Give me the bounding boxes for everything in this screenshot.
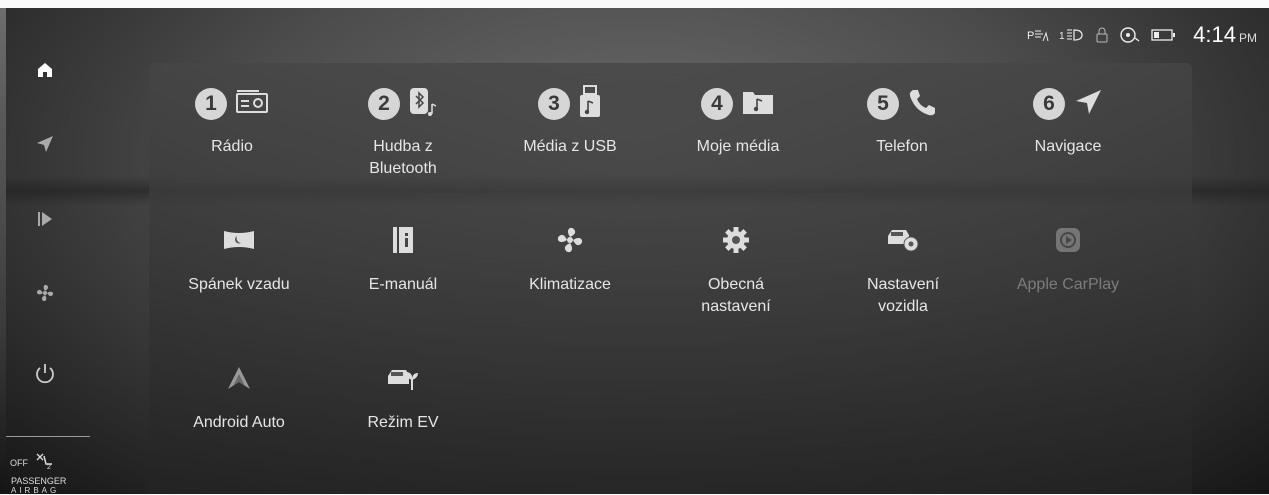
navigation-arrow-icon xyxy=(1073,87,1103,122)
shortcut-badge: 3 xyxy=(538,88,570,120)
tile-label: Média z USB xyxy=(523,138,617,155)
tile-vehicle-settings[interactable]: Nastavení vozidla xyxy=(823,222,983,318)
climate-fan-icon xyxy=(555,225,585,260)
tile-ev-mode[interactable]: Režim EV xyxy=(323,360,483,434)
sidebar: OFF 2 PASSENGER AIRBAG xyxy=(0,8,90,495)
tile-my-media[interactable]: 4 Moje média xyxy=(658,84,818,158)
navigation-button[interactable] xyxy=(0,126,90,166)
tile-label: Spánek vzadu xyxy=(188,276,290,293)
tile-label: Obecná nastavení xyxy=(701,276,771,315)
tile-bluetooth-music[interactable]: 2 Hudba z Bluetooth xyxy=(323,84,483,180)
tile-usb-media[interactable]: 3 Média z USB xyxy=(490,84,650,158)
tile-label: Navigace xyxy=(1034,138,1102,155)
rear-sleep-icon xyxy=(221,227,257,258)
airbag-seat-icon: 2 xyxy=(34,450,54,475)
media-button[interactable] xyxy=(0,201,90,241)
my-media-folder-icon xyxy=(741,88,775,121)
svg-text:P: P xyxy=(1027,30,1034,42)
tile-general-settings[interactable]: Obecná nastavení xyxy=(656,222,816,318)
apple-carplay-icon xyxy=(1054,226,1082,259)
gear-icon xyxy=(721,225,751,260)
airbag-off-text: OFF xyxy=(10,458,28,468)
shortcut-badge: 6 xyxy=(1033,88,1065,120)
home-icon xyxy=(36,61,54,84)
airbag-label-line1: PASSENGER xyxy=(11,476,67,486)
tile-phone[interactable]: 5 Telefon xyxy=(822,84,982,158)
tile-label: Režim EV xyxy=(367,414,439,431)
shortcut-badge: 1 xyxy=(195,88,227,120)
bluetooth-music-icon xyxy=(408,86,438,123)
clock-time: 4:14 xyxy=(1193,22,1236,47)
tile-label: Rádio xyxy=(211,138,253,155)
lock-icon xyxy=(1095,27,1109,43)
usb-media-icon xyxy=(578,84,602,124)
sidebar-divider xyxy=(6,436,90,437)
tile-label: Moje média xyxy=(696,138,780,155)
fan-icon xyxy=(35,283,55,308)
tile-navigation[interactable]: 6 Navigace xyxy=(988,84,1148,158)
parking-sensor-icon: P xyxy=(1027,27,1049,43)
status-bar: P 1 4:14 PM xyxy=(1027,22,1257,48)
shortcut-badge: 5 xyxy=(867,88,899,120)
clock-ampm: PM xyxy=(1239,31,1257,45)
tile-radio[interactable]: 1 Rádio xyxy=(152,84,312,158)
navigation-icon xyxy=(35,134,55,159)
tile-climate[interactable]: Klimatizace xyxy=(490,222,650,296)
ev-mode-icon xyxy=(386,364,420,397)
tile-rear-sleep[interactable]: Spánek vzadu xyxy=(159,222,319,296)
driver-assist-icon xyxy=(1119,26,1141,44)
vehicle-settings-icon xyxy=(886,226,920,259)
android-auto-icon xyxy=(225,364,253,397)
tile-label: E-manuál xyxy=(368,276,438,293)
tile-label: Nastavení vozidla xyxy=(866,276,940,315)
svg-text:1: 1 xyxy=(1059,31,1065,42)
phone-icon xyxy=(907,87,937,122)
tile-e-manual[interactable]: E-manuál xyxy=(323,222,483,296)
shortcut-badge: 2 xyxy=(368,88,400,120)
home-button[interactable] xyxy=(0,52,90,92)
battery-icon xyxy=(1151,28,1177,42)
tile-label: Android Auto xyxy=(193,414,285,431)
top-handle[interactable] xyxy=(593,0,695,6)
tile-label: Klimatizace xyxy=(529,276,611,293)
headlight-level-icon: 1 xyxy=(1059,27,1085,43)
radio-icon xyxy=(235,88,269,121)
shortcut-badge: 4 xyxy=(701,88,733,120)
power-icon xyxy=(33,362,57,391)
climate-button[interactable] xyxy=(0,275,90,315)
svg-text:2: 2 xyxy=(47,464,51,470)
tile-android-auto[interactable]: Android Auto xyxy=(159,360,319,434)
e-manual-icon xyxy=(391,225,415,260)
tile-label: Telefon xyxy=(876,138,928,155)
tile-apple-carplay[interactable]: Apple CarPlay xyxy=(988,222,1148,296)
tile-label: Apple CarPlay xyxy=(1016,276,1120,293)
media-play-icon xyxy=(37,210,53,233)
tile-label: Hudba z Bluetooth xyxy=(369,138,437,177)
power-button[interactable] xyxy=(0,356,90,396)
